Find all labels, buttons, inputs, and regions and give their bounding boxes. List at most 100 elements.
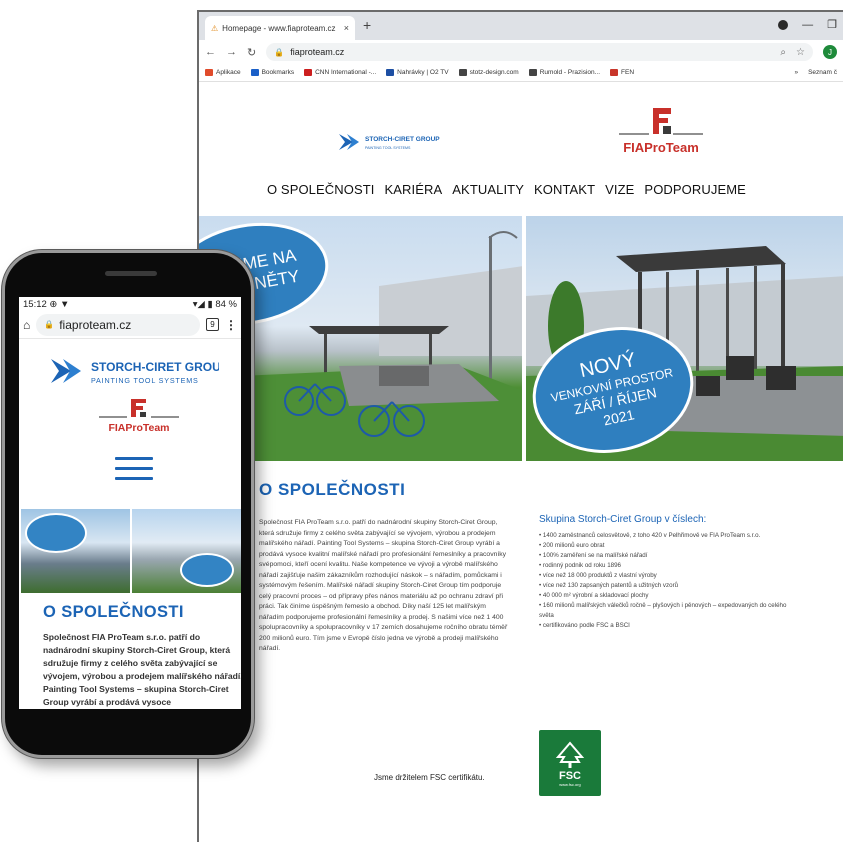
bookmark-label: FEN <box>621 69 635 76</box>
warning-icon: ⚠ <box>211 23 219 33</box>
bookmark-icon <box>610 69 619 76</box>
bookmark-item[interactable]: CNN International -... <box>304 69 376 76</box>
zoom-icon[interactable]: ⌕ <box>780 47 786 58</box>
storch-ciret-logo[interactable]: STORCH-CIRET GROUP PAINTING TOOL SYSTEMS <box>337 130 447 159</box>
stats-item: více než 130 zapsaných patentů a užitnýc… <box>539 581 799 591</box>
browser-window: ⚠ Homepage - www.fiaproteam.cz × + — ❐ ←… <box>197 10 843 842</box>
stats-item: více než 18 000 produktů z vlastní výrob… <box>539 571 799 581</box>
window-controls: — ❐ <box>778 18 837 31</box>
fsc-label: FSC <box>559 769 581 782</box>
phone-status-bar: 15:12 ⊕ ▼ ▾◢ ▮ 84 % <box>19 297 241 311</box>
bookmark-icon <box>250 69 259 76</box>
bookmark-item[interactable]: Bookmarks <box>250 69 295 76</box>
star-icon[interactable]: ☆ <box>796 47 805 58</box>
phone-status-right: ▾◢ ▮ 84 % <box>193 299 237 310</box>
bookmark-label: Nahrávky | O2 TV <box>397 69 449 76</box>
phone-fia-logo[interactable]: FIAProTeam <box>99 397 179 442</box>
battery-level: 84 % <box>215 298 237 310</box>
phone-fia-logo-text: FIAProTeam <box>108 422 169 434</box>
smartphone: 15:12 ⊕ ▼ ▾◢ ▮ 84 % ⌂ 🔒 fiaproteam.cz 9 … <box>2 250 254 758</box>
nav-item-aktuality[interactable]: AKTUALITY <box>452 182 524 197</box>
nav-item-kariera[interactable]: KARIÉRA <box>385 182 443 197</box>
bookmark-item[interactable]: Nahrávky | O2 TV <box>386 69 449 76</box>
phone-storch-logo-mark: STORCH-CIRET GROUP PAINTING TOOL SYSTEMS <box>51 359 229 385</box>
nav-item-o-spolecnosti[interactable]: O SPOLEČNOSTI <box>267 182 375 197</box>
section-title: O SPOLEČNOSTI <box>259 480 406 499</box>
close-icon[interactable]: × <box>344 23 349 33</box>
back-icon[interactable]: ← <box>205 46 216 58</box>
bookmarks-overflow-button[interactable]: » <box>794 69 798 76</box>
phone-storch-logo-tagline: PAINTING TOOL SYSTEMS <box>91 376 199 385</box>
avatar[interactable]: J <box>823 45 837 59</box>
bookmark-icon <box>528 69 537 76</box>
bookmark-item[interactable]: Aplikace <box>205 69 241 76</box>
phone-hero-right-bubble <box>180 553 234 587</box>
tab-homepage[interactable]: ⚠ Homepage - www.fiaproteam.cz × <box>205 16 355 40</box>
fsc-badge[interactable]: FSC www.fsc.org <box>539 730 601 796</box>
url-text: fiaproteam.cz <box>290 47 345 57</box>
screenshot-stage: ⚠ Homepage - www.fiaproteam.cz × + — ❐ ←… <box>0 0 843 842</box>
bookmark-icon <box>386 69 395 76</box>
notification-icons: ⊕ ▼ <box>49 298 70 310</box>
bookmark-label: Rumold - Prazision... <box>539 69 601 76</box>
phone-screen: 15:12 ⊕ ▼ ▾◢ ▮ 84 % ⌂ 🔒 fiaproteam.cz 9 … <box>19 297 241 709</box>
bookmark-label: Aplikace <box>216 69 241 76</box>
stats-item: 1400 zaměstnanců celosvětově, z toho 420… <box>539 531 799 541</box>
home-icon[interactable]: ⌂ <box>23 318 30 332</box>
tab-bar: ⚠ Homepage - www.fiaproteam.cz × + — ❐ <box>199 12 843 40</box>
battery-icon: ▮ <box>207 298 213 310</box>
tab-title: Homepage - www.fiaproteam.cz <box>222 23 336 33</box>
bookmark-label: stotz-design.com <box>469 69 519 76</box>
phone-hero-left-bubble <box>25 513 87 553</box>
phone-lock-icon: 🔒 <box>44 320 55 329</box>
maximize-icon[interactable]: ❐ <box>827 18 837 31</box>
phone-time: 15:12 <box>23 298 47 310</box>
hamburger-menu-icon[interactable] <box>115 457 153 487</box>
new-tab-button[interactable]: + <box>363 17 371 33</box>
phone-storch-logo[interactable]: STORCH-CIRET GROUP PAINTING TOOL SYSTEMS <box>49 355 229 394</box>
fia-proteam-logo[interactable]: FIAProTeam <box>611 102 711 165</box>
stats-list: 1400 zaměstnanců celosvětově, z toho 420… <box>539 531 799 631</box>
nav-item-podporujeme[interactable]: PODPORUJEME <box>644 182 746 197</box>
phone-speaker <box>105 271 157 276</box>
reload-icon[interactable]: ↻ <box>247 46 256 59</box>
nav-item-vize[interactable]: VIZE <box>605 182 634 197</box>
stats-item: certifikováno podle FSC a BSCI <box>539 621 799 631</box>
storch-logo-text: STORCH-CIRET GROUP <box>365 136 440 143</box>
phone-status-left: 15:12 ⊕ ▼ <box>23 299 69 310</box>
fsc-tree-icon <box>555 740 585 768</box>
bookmark-item[interactable]: FEN <box>610 69 634 76</box>
url-field[interactable]: 🔒 fiaproteam.cz ⌕ ☆ <box>266 43 813 61</box>
bookmark-icon <box>304 69 313 76</box>
omnibox-actions: ⌕ ☆ <box>780 47 805 58</box>
menu-dots-icon[interactable]: ⋮ <box>225 318 237 332</box>
tab-count-button[interactable]: 9 <box>206 318 219 331</box>
stats-item: 200 milionů euro obrat <box>539 541 799 551</box>
stats-item: 40 000 m² výrobní a skladovací plochy <box>539 591 799 601</box>
bookmark-folder-seznam[interactable]: Seznam č <box>808 69 837 76</box>
bookmarks-bar: Aplikace Bookmarks CNN International -... N… <box>199 64 843 82</box>
hero-image-right[interactable]: NOVÝ VENKOVNÍ PROSTOR ZÁŘÍ / ŘÍJEN 2021 <box>525 216 843 461</box>
fia-logo-mark: FIAProTeam <box>619 108 703 155</box>
phone-url-field[interactable]: 🔒 fiaproteam.cz <box>36 313 200 336</box>
stats-item: 100% zaměření se na malířské nářadí <box>539 551 799 561</box>
stats-item: rodinný podnik od roku 1896 <box>539 561 799 571</box>
forward-icon[interactable]: → <box>226 46 237 58</box>
bookmark-icon <box>205 69 213 76</box>
stats-item: 160 milionů malířských válečků ročně – p… <box>539 601 799 621</box>
phone-section-title: O SPOLEČNOSTI <box>43 603 184 621</box>
fsc-url: www.fsc.org <box>559 781 581 787</box>
minimize-icon[interactable]: — <box>802 19 813 31</box>
signal-icon: ▾◢ <box>192 298 205 310</box>
main-nav: O SPOLEČNOSTI KARIÉRA AKTUALITY KONTAKT … <box>267 182 746 197</box>
bookmark-item[interactable]: stotz-design.com <box>458 69 519 76</box>
phone-hero[interactable] <box>21 509 241 593</box>
hero-banner: GUJEME NA E PODNĚTY <box>199 216 843 461</box>
nav-item-kontakt[interactable]: KONTAKT <box>534 182 595 197</box>
section-text: Společnost FIA ProTeam s.r.o. patří do n… <box>259 519 508 653</box>
fia-logo-text: FIAProTeam <box>623 140 699 155</box>
profile-icon[interactable] <box>778 19 789 30</box>
bookmark-label: Bookmarks <box>261 69 295 76</box>
bookmark-item[interactable]: Rumold - Prazision... <box>528 69 601 76</box>
stats-title: Skupina Storch-Ciret Group v číslech: <box>539 514 707 525</box>
